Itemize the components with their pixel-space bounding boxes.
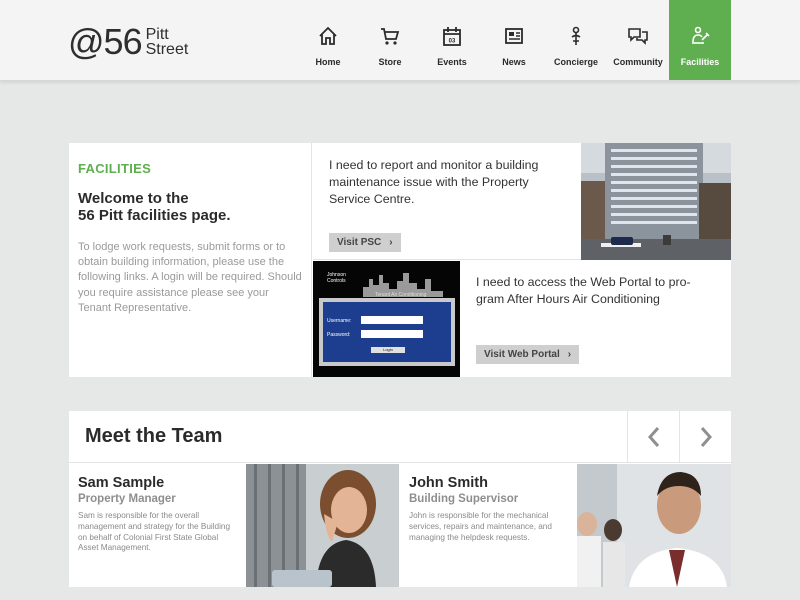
main-nav: Home Store 03 Events News Concierge Comm… <box>297 0 731 80</box>
visit-psc-button[interactable]: Visit PSC › <box>329 233 401 252</box>
login-image-button: Login <box>371 347 405 353</box>
team-next-button[interactable] <box>679 411 731 463</box>
cart-icon <box>381 28 400 45</box>
chevron-right-icon <box>700 427 712 447</box>
nav-item-news[interactable]: News <box>483 0 545 80</box>
calendar-badge: 03 <box>449 39 456 45</box>
member-name: Sam Sample <box>78 475 165 491</box>
psc-card: I need to report and monitor a building … <box>313 143 581 260</box>
nav-label-concierge: Concierge <box>553 57 598 67</box>
home-icon <box>319 26 337 45</box>
nav-item-community[interactable]: Community <box>607 0 669 80</box>
newspaper-icon <box>505 28 523 44</box>
team-header: Meet the Team <box>69 411 731 463</box>
username-field <box>361 316 423 324</box>
visit-psc-label: Visit PSC <box>337 237 382 248</box>
nav-label-community: Community <box>613 57 663 67</box>
page-title: Welcome to the 56 Pitt facilities page. <box>78 190 302 224</box>
team-panel: Meet the Team Sam Sample Property Manage… <box>69 411 731 587</box>
member-description: John is responsible for the mechanical s… <box>409 511 552 542</box>
johnson-controls-logo: Johnson Controls <box>327 272 346 284</box>
site-logo[interactable]: @56 Pitt Street <box>68 22 188 62</box>
chevron-right-icon: › <box>567 349 572 360</box>
team-prev-button[interactable] <box>627 411 679 463</box>
nav-item-concierge[interactable]: Concierge <box>545 0 607 80</box>
logo-sub-text: Pitt Street <box>145 26 189 58</box>
member-role: Building Supervisor <box>409 493 519 505</box>
team-member-card: Sam Sample Property Manager Sam is respo… <box>69 464 400 587</box>
nav-label-home: Home <box>315 57 341 67</box>
logo-main-text: @56 <box>68 21 143 62</box>
login-box: Username: Password: Login <box>319 298 455 366</box>
nav-label-events: Events <box>437 57 467 67</box>
team-member-info: Sam Sample Property Manager Sam is respo… <box>69 464 246 565</box>
section-tag: FACILITIES <box>78 161 152 176</box>
facilities-panel: FACILITIES Welcome to the 56 Pitt facili… <box>69 143 731 377</box>
member-photo <box>246 464 399 587</box>
team-member-info: John Smith Building Supervisor John is r… <box>400 464 578 554</box>
member-role: Property Manager <box>78 493 176 505</box>
member-photo <box>577 464 731 587</box>
intro-text: To lodge work requests, submit forms or … <box>78 241 302 314</box>
concierge-icon <box>571 26 581 45</box>
nav-label-store: Store <box>378 57 402 67</box>
password-field <box>361 330 423 338</box>
facilities-icon <box>692 26 710 44</box>
team-title: Meet the Team <box>85 425 223 447</box>
facilities-intro: FACILITIES Welcome to the 56 Pitt facili… <box>69 143 312 377</box>
psc-text: I need to report and monitor a building … <box>329 158 539 206</box>
member-description: Sam is responsible for the overall manag… <box>78 511 231 553</box>
nav-item-events[interactable]: 03 Events <box>421 0 483 80</box>
calendar-icon: 03 <box>443 27 461 46</box>
site-header: @56 Pitt Street Home Store 03 Events New… <box>0 0 800 81</box>
visit-web-portal-button[interactable]: Visit Web Portal › <box>476 345 580 364</box>
team-member-card: John Smith Building Supervisor John is r… <box>400 464 731 587</box>
portal-text: I need to access the Web Portal to pro-g… <box>476 275 691 306</box>
nav-item-facilities[interactable]: Facilities <box>669 0 731 80</box>
nav-label-facilities: Facilities <box>680 57 720 67</box>
nav-item-store[interactable]: Store <box>359 0 421 80</box>
nav-label-news: News <box>502 57 526 67</box>
title-line-2: 56 Pitt facilities page. <box>78 207 231 224</box>
password-label: Password: <box>327 332 351 338</box>
logo-line-1: Pitt <box>145 26 169 43</box>
building-photo <box>581 143 731 260</box>
member-name: John Smith <box>409 475 488 491</box>
title-line-1: Welcome to the <box>78 190 189 207</box>
chat-bubbles-icon <box>628 28 648 45</box>
login-screen-image: Johnson Controls Tenant Air Conditioning… <box>313 261 460 377</box>
chevron-right-icon: › <box>389 237 393 248</box>
web-portal-card: I need to access the Web Portal to pro-g… <box>460 261 731 377</box>
username-label: Username: <box>327 318 352 324</box>
chevron-left-icon <box>647 427 659 447</box>
visit-web-portal-label: Visit Web Portal <box>484 349 560 360</box>
nav-item-home[interactable]: Home <box>297 0 359 80</box>
logo-line-2: Street <box>145 41 189 58</box>
